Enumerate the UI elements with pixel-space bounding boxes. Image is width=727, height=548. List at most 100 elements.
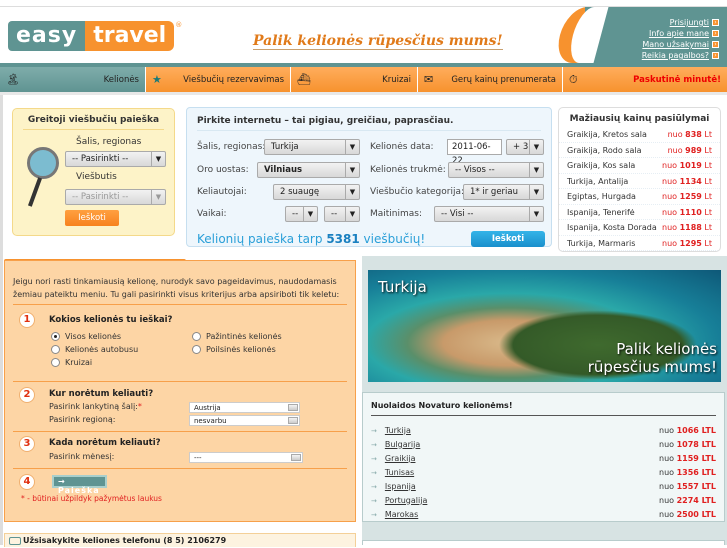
header-slogan: Palik kelionės rūpesčius mums! [253, 33, 503, 50]
discount-row: → Graikija nuo 1159 LTL [371, 451, 716, 465]
help-link[interactable]: Reikia pagalbos? › [642, 50, 719, 61]
price-prefix: nuo [659, 425, 675, 435]
quick-hotel-search: Greitoji viešbučių paieška Šalis, region… [12, 108, 175, 236]
nav-item-keliones[interactable]: 🏝 Kelionės [0, 67, 146, 92]
trip-region-select[interactable]: nesvarbu [189, 415, 300, 426]
price-prefix: nuo [662, 207, 678, 217]
cheapest-offer-row[interactable]: Turkija, Marmaris nuo 1295 Lt [559, 236, 720, 251]
category-select[interactable]: 1* ir geriau ▼ [463, 184, 544, 200]
cheapest-offers: Mažiausių kainų pasiūlymai Graikija, Kre… [558, 107, 721, 252]
chevron-down-icon: ▼ [345, 140, 359, 154]
price-currency: Lt [704, 145, 712, 155]
hotel-select[interactable]: -- Pasirinkti -- ▼ [65, 189, 166, 205]
buy-search-button[interactable]: Ieškoti [471, 231, 545, 247]
turkey-banner[interactable]: Turkija Palik kelionės rūpesčius mums! [368, 270, 721, 382]
discount-country-link[interactable]: Ispanija [385, 482, 416, 491]
airport-select[interactable]: Vilniaus ▼ [257, 162, 360, 178]
cheapest-offer-row[interactable]: Graikija, Kos sala nuo 1019 Lt [559, 158, 720, 174]
country-select[interactable]: Turkija ▼ [264, 139, 360, 155]
chevron-down-icon: ▼ [151, 190, 165, 204]
discount-country-link[interactable]: Bulgarija [385, 440, 420, 449]
required-note: * - būtinai užpildyk pažymėtus laukus [21, 494, 162, 503]
country-select[interactable]: -- Pasirinkti -- ▼ [65, 151, 166, 167]
dropdown-button [291, 454, 301, 461]
children-select-2[interactable]: -- ▼ [324, 206, 360, 222]
category-value: 1* ir geriau [470, 187, 518, 197]
date-flex-select[interactable]: + 3 ▼ [506, 139, 544, 155]
price-value: 1557 LTL [676, 481, 716, 491]
price-prefix: nuo [662, 192, 678, 201]
arrow-right-icon: › [712, 41, 719, 48]
radio-cruises[interactable]: Kruizai [51, 358, 92, 367]
cheapest-offer-row[interactable]: Ispanija, Tenerifė nuo 1110 Lt [559, 205, 720, 220]
trip-country-select[interactable]: Austrija [189, 402, 300, 413]
step-number-1: 1 [19, 312, 35, 328]
discount-country-link[interactable]: Portugalija [385, 496, 427, 505]
login-label: Prisijungti [669, 18, 709, 27]
hotel-count: 5381 [326, 232, 360, 246]
date-input[interactable]: 2011-06-22 [447, 139, 502, 166]
arrow-right-icon: › [712, 30, 719, 37]
price-value: 1110 [679, 207, 702, 217]
help-label: Reikia pagalbos? [641, 51, 709, 60]
offer-place: Egiptas, Hurgada [567, 192, 636, 201]
chevron-down-icon: ▼ [529, 207, 543, 221]
price-value: 1188 [679, 223, 702, 232]
duration-select[interactable]: -- Visos -- ▼ [448, 162, 544, 178]
discount-row: → Tunisas nuo 1356 LTL [371, 465, 716, 479]
logo-travel: travel [85, 21, 175, 51]
offer-place: Graikija, Kretos sala [567, 130, 647, 139]
cheapest-offer-row[interactable]: Turkija, Antalija nuo 1134 Lt [559, 174, 720, 189]
cheapest-offer-row[interactable]: Graikija, Rodo sala nuo 989 Lt [559, 143, 720, 158]
discount-country-link[interactable]: Turkija [385, 426, 411, 435]
logo[interactable]: easy travel ® [8, 21, 182, 51]
price-prefix: nuo [659, 481, 675, 491]
radio-all-trips[interactable]: Visos kelionės [51, 332, 121, 341]
dropdown-button [288, 417, 298, 424]
quick-search-button[interactable]: Ieškoti [65, 210, 119, 226]
radio-bus-trips[interactable]: Kelionės autobusu [51, 345, 138, 354]
travelers-select[interactable]: 2 suaugę ▼ [273, 184, 360, 200]
nav-item-last-minute[interactable]: ⏱ Paskutinė minutė! [563, 67, 727, 92]
cheapest-offer-row[interactable]: Egiptas, Hurgada nuo 1259 Lt [559, 189, 720, 205]
price-value: 1259 [679, 192, 702, 201]
children-select-1[interactable]: -- ▼ [285, 206, 318, 222]
trip-search-panel: Jeigu nori rasti tinkamiausią kelionę, n… [4, 260, 356, 522]
magnifier-icon [27, 147, 59, 179]
nav-item-hotels[interactable]: ★ Viešbučių rezervavimas [146, 67, 291, 92]
count-suffix: viešbučių! [363, 232, 426, 246]
nav-item-newsletter[interactable]: ✉ Gerų kainų prenumerata [418, 67, 563, 92]
discount-country-link[interactable]: Marokas [385, 510, 418, 519]
discount-row: → Portugalija nuo 2274 LTL [371, 493, 716, 507]
chevron-down-icon: ▼ [345, 185, 359, 199]
travelers-label: Keliautojai: [197, 187, 247, 197]
trip-month-select[interactable]: --- [189, 452, 303, 463]
meals-select[interactable]: -- Visi -- ▼ [434, 206, 544, 222]
offer-price: nuo 838 Lt [668, 127, 712, 142]
radio-leisure[interactable]: Poilsinės kelionės [192, 345, 276, 354]
offer-price: nuo 1110 Lt [662, 205, 712, 220]
nav-item-cruises[interactable]: ⛴ Kruizai [291, 67, 418, 92]
discount-country-link[interactable]: Tunisas [385, 468, 414, 477]
hotel-select-value: -- Pasirinkti -- [72, 192, 129, 202]
cheapest-offer-row[interactable]: Graikija, Kretos sala nuo 838 Lt [559, 127, 720, 143]
orders-link[interactable]: Mano užsakymai › [642, 39, 719, 50]
login-link[interactable]: Prisijungti › [642, 17, 719, 28]
radio-sightseeing[interactable]: Pažintinės kelionės [192, 332, 282, 341]
magnifier-handle [27, 177, 43, 207]
nav-label: Kelionės [103, 74, 139, 85]
trip-month-value: --- [194, 454, 202, 462]
discount-country-link[interactable]: Graikija [385, 454, 416, 463]
country-label: Pasirink lankytiną šalį:* [49, 402, 142, 411]
banner-title: Turkija [378, 278, 427, 296]
trip-search-button[interactable]: → Paieška [52, 475, 107, 495]
arrow-right-icon: › [712, 19, 719, 26]
profile-link[interactable]: Info apie mane › [642, 28, 719, 39]
cheapest-offer-row[interactable]: Ispanija, Kosta Dorada nuo 1188 Lt [559, 220, 720, 236]
divider [13, 431, 347, 432]
country-label: Šalis, regionas: [197, 142, 266, 152]
price-value: 838 [685, 130, 702, 139]
price-currency: Lt [704, 223, 712, 232]
arrow-right-icon: → [371, 482, 377, 491]
radio-label: Visos kelionės [65, 332, 122, 341]
